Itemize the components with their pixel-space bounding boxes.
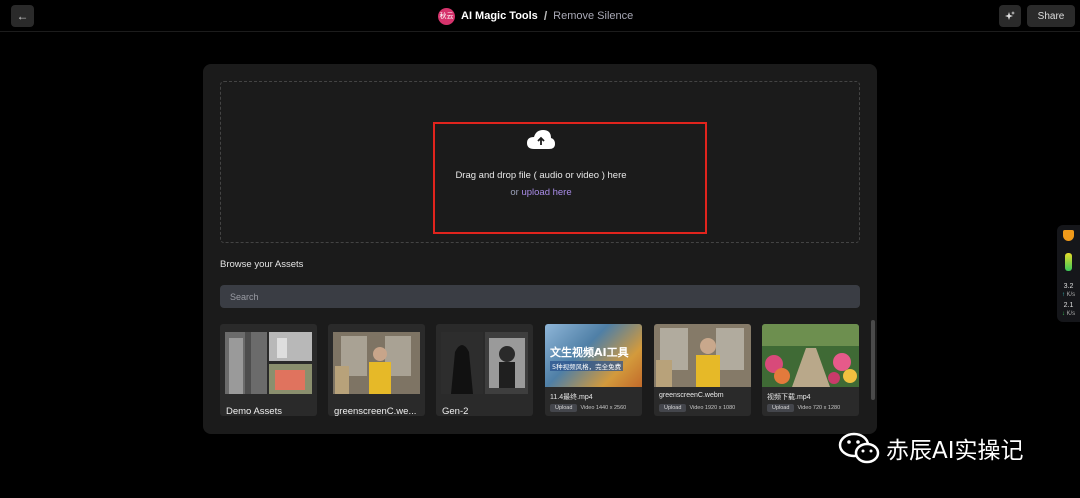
download-speed-unit: K/s [1066,311,1076,317]
app-logo: 秋云 [438,7,455,25]
assets-scrollbar[interactable] [871,320,875,400]
folder-card[interactable]: Gen-2 [436,324,533,416]
upload-panel: Drag and drop file ( audio or video ) he… [203,64,877,434]
share-button[interactable]: Share [1027,5,1075,27]
video-thumbnail [762,324,859,387]
magic-button[interactable] [999,5,1021,27]
thumbnail-subtitle: 5种视频风格，完全免费 [550,361,624,371]
breadcrumb-separator: / [543,9,548,23]
file-meta: Upload Video 1920 x 1080 [659,404,735,412]
folder-card[interactable]: greenscreenC.we... [328,324,425,416]
top-bar: ← 秋云 AI Magic Tools / Remove Silence Sha… [0,0,1080,32]
folder-card[interactable]: Demo Assets [220,324,317,416]
download-speed-value: 2.1 [1063,302,1074,309]
upload-line: or upload here [221,187,861,198]
drop-instructions: Drag and drop file ( audio or video ) he… [455,170,627,181]
back-button[interactable]: ← [11,5,34,27]
file-dropzone[interactable]: Drag and drop file ( audio or video ) he… [220,81,860,243]
assets-search-input[interactable] [220,285,860,308]
breadcrumb: 秋云 AI Magic Tools / Remove Silence [438,7,633,25]
file-details: Video 720 x 1280 [797,405,841,411]
file-name: 11.4最终.mp4 [550,394,593,401]
folder-thumbnail [225,332,312,394]
upload-tag: Upload [659,404,687,412]
upload-speed-value: 3.2 [1063,283,1074,290]
upload-speed: 3.2 ↑ K/s [1057,283,1080,299]
battery-icon [1065,253,1072,271]
folder-label: Demo Assets [226,406,282,416]
assets-heading: Browse your Assets [220,259,304,270]
upload-speed-unit: K/s [1066,292,1076,298]
watermark: 赤辰AI实操记 [838,430,1024,466]
file-details: Video 1440 x 2560 [580,405,627,411]
thumbnail-title: 文生视频AI工具 [550,346,629,359]
file-details: Video 1920 x 1080 [689,405,736,411]
cloud-upload-icon [527,130,555,149]
asset-card[interactable]: greenscreenC.webm Upload Video 1920 x 10… [654,324,751,416]
upload-or-text: or [510,187,522,198]
side-widget: 3.2 ↑ K/s 2.1 ↓ K/s [1057,225,1080,322]
file-name: 视频下载.mp4 [767,394,811,401]
upload-tag: Upload [550,404,578,412]
file-meta: Upload Video 1440 x 2560 [550,404,626,412]
folder-thumbnail [333,332,420,394]
file-meta: Upload Video 720 x 1280 [767,404,840,412]
asset-card[interactable]: 文生视频AI工具 5种视频风格，完全免费 11.4最终.mp4 Upload V… [545,324,642,416]
folder-label: Gen-2 [442,406,469,416]
page-title: Remove Silence [553,10,634,22]
assets-grid: Demo Assets greenscreenC.we... Gen-2 文生视… [220,322,860,418]
video-thumbnail: 文生视频AI工具 5种视频风格，完全免费 [545,324,642,387]
asset-card[interactable]: 视频下载.mp4 Upload Video 720 x 1280 [762,324,859,416]
upload-here-link[interactable]: upload here [521,187,571,198]
app-name[interactable]: AI Magic Tools [461,10,538,22]
upload-tag: Upload [767,404,795,412]
download-speed: 2.1 ↓ K/s [1057,302,1080,318]
sparkle-icon [1005,11,1015,20]
file-name: greenscreenC.webm [659,392,724,399]
wechat-icon [838,432,880,464]
watermark-text: 赤辰AI实操记 [886,438,1024,464]
folder-label: greenscreenC.we... [334,406,417,416]
shield-icon[interactable] [1063,230,1074,241]
arrow-left-icon: ← [16,9,29,23]
video-thumbnail [654,324,751,387]
folder-thumbnail [441,332,528,394]
